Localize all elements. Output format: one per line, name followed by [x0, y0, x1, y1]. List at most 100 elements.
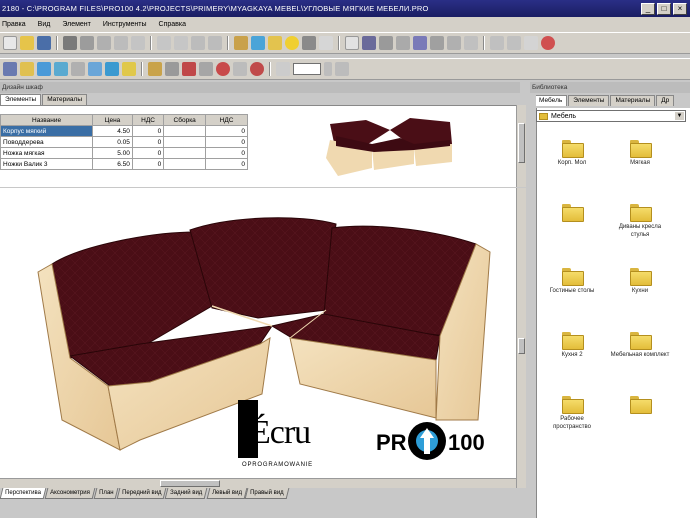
paste-icon[interactable]	[131, 36, 145, 50]
sum-icon[interactable]	[302, 36, 316, 50]
zoom-input[interactable]	[293, 63, 321, 75]
column-header[interactable]: Название	[0, 114, 94, 126]
tab-library-furniture[interactable]: Мебель	[534, 95, 568, 106]
table-cell[interactable]: 0	[131, 147, 165, 159]
chevron-down-icon[interactable]: ▼	[675, 112, 684, 120]
table-cell[interactable]	[163, 125, 207, 137]
save-icon[interactable]	[37, 36, 51, 50]
table-row[interactable]: Корпус мягкий 4.50 0 0	[0, 125, 248, 137]
cabinet-icon[interactable]	[234, 36, 248, 50]
table-cell[interactable]: 0	[205, 158, 248, 170]
table-cell[interactable]: 0.05	[92, 136, 133, 148]
tab-right[interactable]: Правый вид	[245, 488, 290, 499]
tab-perspective[interactable]: Перспектива	[0, 488, 47, 499]
table-cell[interactable]: 0	[131, 136, 165, 148]
view-axonometric-icon[interactable]	[20, 62, 34, 76]
scrollbar-thumb[interactable]	[160, 480, 220, 487]
mirror-icon[interactable]	[507, 36, 521, 50]
solid-icon[interactable]	[165, 62, 179, 76]
table-cell[interactable]	[163, 158, 207, 170]
table-row[interactable]: Ножка мягкая 5.00 0 0	[0, 147, 248, 159]
join-icon[interactable]	[413, 36, 427, 50]
table-row[interactable]: Ножки Валик 3 6.50 0 0	[0, 158, 248, 170]
view-left-icon[interactable]	[88, 62, 102, 76]
table-cell[interactable]: 5.00	[92, 147, 133, 159]
table-cell[interactable]: 4.50	[92, 125, 133, 137]
column-header[interactable]: НДС	[205, 114, 248, 126]
library-folder[interactable]: Мягкая	[610, 140, 670, 167]
tab-front[interactable]: Передний вид	[116, 488, 167, 499]
chevron-down-icon[interactable]	[324, 62, 332, 76]
library-folder[interactable]: Мебельная комплект	[610, 332, 670, 359]
table-cell[interactable]	[163, 147, 207, 159]
properties-scrollbar[interactable]	[516, 105, 526, 187]
library-folder[interactable]	[542, 204, 602, 223]
tab-library-materials[interactable]: Материалы	[610, 95, 656, 106]
table-cell[interactable]: 0	[205, 136, 248, 148]
new-file-icon[interactable]	[3, 36, 17, 50]
light-icon[interactable]	[285, 36, 299, 50]
column-header[interactable]: Цена	[92, 114, 133, 126]
distribute-icon[interactable]	[447, 36, 461, 50]
table-cell[interactable]: 0	[131, 125, 165, 137]
table-cell[interactable]: 6.50	[92, 158, 133, 170]
texture-icon[interactable]	[182, 62, 196, 76]
table-cell[interactable]: 0	[205, 147, 248, 159]
library-folder[interactable]: Гостиные столы	[542, 268, 602, 295]
minimize-button[interactable]: _	[641, 2, 655, 15]
library-folder[interactable]: Диваны кресла стулья	[610, 204, 670, 239]
library-folder[interactable]: Корп. Мол	[542, 140, 602, 167]
wireframe-icon[interactable]	[148, 62, 162, 76]
menu-view[interactable]: Вид	[38, 21, 51, 28]
library-folder[interactable]	[610, 396, 670, 415]
table-cell[interactable]: 0	[205, 125, 248, 137]
column-header[interactable]: НДС	[131, 114, 165, 126]
cut-icon[interactable]	[97, 36, 111, 50]
render-icon[interactable]	[216, 62, 230, 76]
table-cell[interactable]	[163, 136, 207, 148]
redo-icon[interactable]	[174, 36, 188, 50]
tab-axonometric[interactable]: Аксонометрия	[44, 488, 95, 499]
menu-help[interactable]: Справка	[159, 21, 186, 28]
zoom-icon[interactable]	[276, 62, 290, 76]
rotate-icon[interactable]	[208, 36, 222, 50]
drawer-icon[interactable]	[251, 36, 265, 50]
stop-icon[interactable]	[541, 36, 555, 50]
library-folder[interactable]: Кухни	[610, 268, 670, 295]
table-row[interactable]: Поводдерева 0.05 0 0	[0, 136, 248, 148]
shadow-icon[interactable]	[199, 62, 213, 76]
scrollbar-thumb[interactable]	[518, 123, 525, 163]
viewport-hscrollbar[interactable]	[0, 478, 516, 488]
tab-materials[interactable]: Материалы	[42, 94, 87, 105]
table-cell[interactable]: Ножки Валик 3	[0, 158, 94, 170]
record-icon[interactable]	[250, 62, 264, 76]
viewport-vscrollbar[interactable]	[516, 188, 526, 488]
lamp-icon[interactable]	[122, 62, 136, 76]
list-icon[interactable]	[319, 36, 333, 50]
grid-icon[interactable]	[362, 36, 376, 50]
view-plan-icon[interactable]	[37, 62, 51, 76]
tab-library-other[interactable]: Др	[656, 95, 675, 106]
measure-icon[interactable]	[396, 36, 410, 50]
undo-icon[interactable]	[157, 36, 171, 50]
page-icon[interactable]	[345, 36, 359, 50]
print-icon[interactable]	[63, 36, 77, 50]
view-perspective-icon[interactable]	[3, 62, 17, 76]
open-folder-icon[interactable]	[20, 36, 34, 50]
menu-tools[interactable]: Инструменты	[103, 21, 147, 28]
move-icon[interactable]	[191, 36, 205, 50]
library-folder[interactable]: Рабочее пространство	[542, 396, 602, 431]
menu-element[interactable]: Элемент	[62, 21, 91, 28]
view-front-icon[interactable]	[54, 62, 68, 76]
snap-icon[interactable]	[490, 36, 504, 50]
view-right-icon[interactable]	[105, 62, 119, 76]
library-path-select[interactable]: Мебель ▼	[536, 110, 686, 122]
maximize-button[interactable]: □	[657, 2, 671, 15]
view-back-icon[interactable]	[71, 62, 85, 76]
tab-left[interactable]: Левый вид	[206, 488, 247, 499]
align-icon[interactable]	[430, 36, 444, 50]
shelf-icon[interactable]	[268, 36, 282, 50]
hide-icon[interactable]	[524, 36, 538, 50]
close-button[interactable]: ×	[673, 2, 687, 15]
tab-elements[interactable]: Элементы	[0, 94, 42, 105]
